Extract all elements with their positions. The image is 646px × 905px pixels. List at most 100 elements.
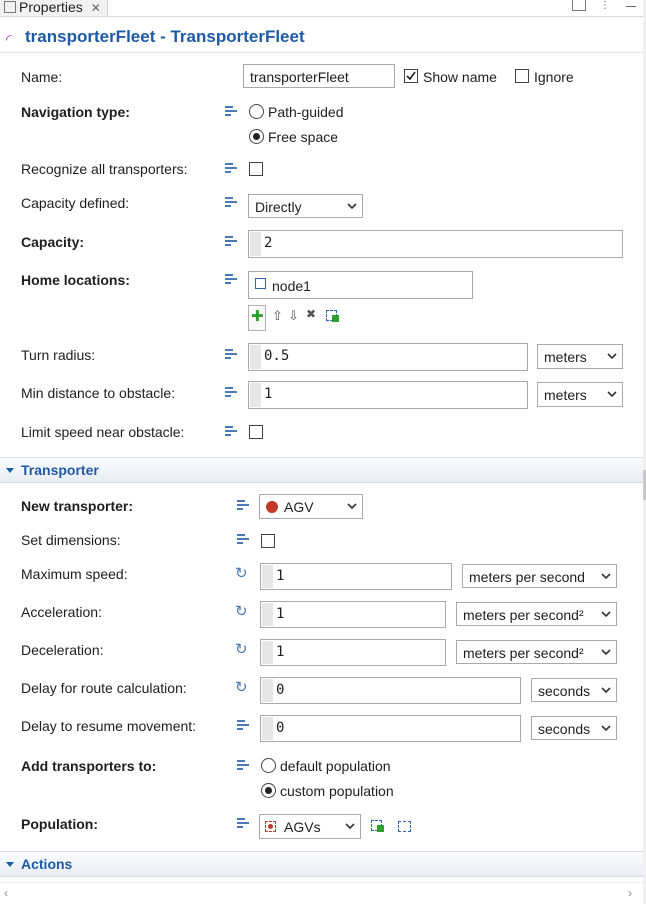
transporter-section-header[interactable]: Transporter xyxy=(0,457,643,483)
acceleration-value: 1 xyxy=(276,606,285,622)
path-guided-radio[interactable] xyxy=(249,104,264,119)
delay-route-unit-select[interactable]: seconds xyxy=(531,678,617,702)
static-value-icon[interactable] xyxy=(237,720,250,730)
dynamic-value-icon[interactable]: ↻ xyxy=(235,640,248,658)
free-space-label: Free space xyxy=(268,129,339,145)
properties-tab[interactable]: Properties ✕ xyxy=(0,0,108,16)
chevron-down-icon xyxy=(345,823,355,830)
custom-population-label: custom population xyxy=(280,783,394,799)
close-icon[interactable]: ✕ xyxy=(91,1,101,15)
dynamic-value-icon[interactable]: ↻ xyxy=(235,602,248,620)
move-down-icon[interactable]: ⇩ xyxy=(288,308,299,324)
recognize-label: Recognize all transporters: xyxy=(21,161,188,177)
max-speed-label: Maximum speed: xyxy=(21,566,128,582)
new-transporter-value: AGV xyxy=(284,499,314,515)
ignore-checkbox[interactable] xyxy=(515,69,529,83)
create-population-icon[interactable] xyxy=(398,821,411,832)
horizontal-scrollbar[interactable]: ‹ › xyxy=(0,882,643,905)
select-from-graph-icon[interactable] xyxy=(371,820,384,832)
custom-population-radio[interactable] xyxy=(261,783,276,798)
static-value-icon[interactable] xyxy=(237,760,250,770)
chevron-down-icon xyxy=(601,725,611,732)
home-locations-list[interactable]: node1 xyxy=(248,271,473,299)
deceleration-input[interactable]: 1 xyxy=(260,639,446,666)
chevron-down-icon xyxy=(601,573,611,580)
scroll-left-icon[interactable]: ‹ xyxy=(4,886,8,900)
max-speed-value: 1 xyxy=(276,568,285,584)
delay-route-input[interactable]: 0 xyxy=(260,677,521,704)
turn-radius-label: Turn radius: xyxy=(21,347,96,363)
population-select[interactable]: AGVs xyxy=(259,814,361,839)
delay-route-value: 0 xyxy=(276,682,285,698)
static-value-icon[interactable] xyxy=(237,818,250,828)
chevron-down-icon xyxy=(6,468,14,473)
static-value-icon[interactable] xyxy=(225,197,238,207)
static-value-icon[interactable] xyxy=(225,426,238,436)
static-value-icon[interactable] xyxy=(225,236,238,246)
chevron-down-icon xyxy=(607,391,617,398)
delay-resume-value: 0 xyxy=(276,720,285,736)
default-population-label: default population xyxy=(280,758,391,774)
chevron-down-icon xyxy=(347,503,357,510)
dynamic-value-icon[interactable]: ↻ xyxy=(235,564,248,582)
move-up-icon[interactable]: ⇧ xyxy=(272,308,283,324)
dynamic-value-icon[interactable]: ↻ xyxy=(235,678,248,696)
chevron-down-icon xyxy=(601,611,611,618)
recognize-checkbox[interactable] xyxy=(249,162,263,176)
select-from-graph-icon[interactable] xyxy=(326,310,339,322)
static-value-icon[interactable] xyxy=(237,500,250,510)
default-population-radio[interactable] xyxy=(261,758,276,773)
chevron-down-icon xyxy=(601,687,611,694)
turn-radius-input[interactable]: 0.5 xyxy=(248,343,528,371)
show-name-checkbox[interactable] xyxy=(404,69,418,83)
limit-speed-checkbox[interactable] xyxy=(249,425,263,439)
static-value-icon[interactable] xyxy=(225,274,238,284)
path-guided-label: Path-guided xyxy=(268,104,344,120)
add-button[interactable]: ✚ xyxy=(248,305,266,331)
static-value-icon[interactable] xyxy=(225,106,238,116)
minimize-icon[interactable] xyxy=(626,6,636,7)
new-transporter-label: New transporter: xyxy=(21,498,134,514)
remove-icon[interactable]: ✖ xyxy=(306,307,316,321)
max-speed-unit-select[interactable]: meters per second xyxy=(462,564,617,588)
view-menu-icon[interactable]: ⋮ xyxy=(600,0,610,11)
turn-radius-unit-select[interactable]: meters xyxy=(537,344,623,369)
min-distance-unit-select[interactable]: meters xyxy=(537,382,623,407)
max-speed-unit: meters per second xyxy=(469,569,585,585)
scroll-right-icon[interactable]: › xyxy=(628,886,632,900)
show-name-label: Show name xyxy=(423,69,497,85)
max-speed-input[interactable]: 1 xyxy=(260,563,452,590)
free-space-radio[interactable] xyxy=(249,129,264,144)
capacity-defined-select[interactable]: Directly xyxy=(248,194,363,218)
maximize-icon[interactable] xyxy=(572,0,586,11)
delay-resume-input[interactable]: 0 xyxy=(260,715,521,742)
population-icon xyxy=(265,821,276,832)
delay-resume-unit-select[interactable]: seconds xyxy=(531,716,617,740)
capacity-value: 2 xyxy=(264,235,273,251)
checkmark-icon xyxy=(406,71,416,81)
agent-icon xyxy=(266,501,278,513)
actions-section-header[interactable]: Actions xyxy=(0,851,643,877)
min-distance-unit: meters xyxy=(544,387,587,403)
view-tab-bar: Properties ✕ ⋮ xyxy=(0,0,646,17)
navigation-type-label: Navigation type: xyxy=(21,104,130,120)
properties-tab-label: Properties xyxy=(19,0,83,15)
new-transporter-select[interactable]: AGV xyxy=(259,494,363,519)
min-distance-input[interactable]: 1 xyxy=(248,381,528,409)
static-value-icon[interactable] xyxy=(225,387,238,397)
static-value-icon[interactable] xyxy=(237,534,250,544)
delay-route-unit: seconds xyxy=(538,683,591,699)
acceleration-unit-select[interactable]: meters per second² xyxy=(456,602,617,626)
deceleration-label: Deceleration: xyxy=(21,642,104,658)
set-dimensions-checkbox[interactable] xyxy=(261,534,275,548)
deceleration-unit-select[interactable]: meters per second² xyxy=(456,640,617,664)
deceleration-unit: meters per second² xyxy=(463,645,584,661)
static-value-icon[interactable] xyxy=(225,349,238,359)
acceleration-input[interactable]: 1 xyxy=(260,601,446,628)
capacity-input[interactable]: 2 xyxy=(248,230,623,258)
node-icon xyxy=(255,278,266,289)
name-input[interactable]: transporterFleet xyxy=(243,64,395,88)
chevron-down-icon xyxy=(347,203,357,210)
static-value-icon[interactable] xyxy=(225,163,238,173)
name-label: Name: xyxy=(21,69,63,85)
